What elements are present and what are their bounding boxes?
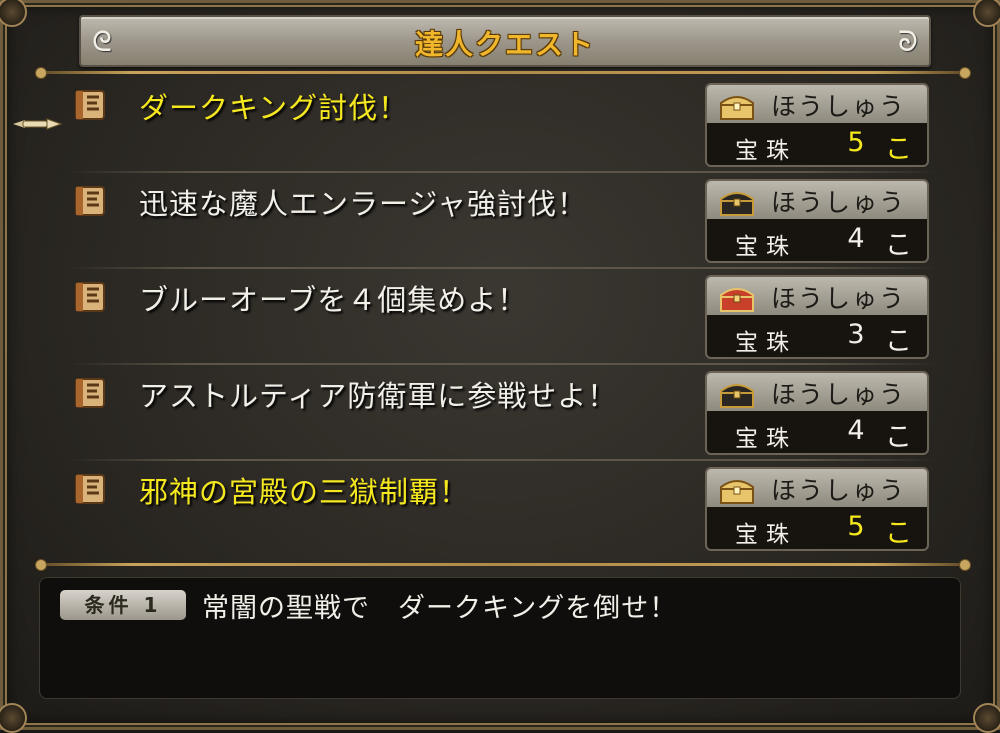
title-bar: ᘓ 達人クエスト ᘐ	[79, 15, 931, 67]
quest-name: アストルティア防衛軍に参戦せよ！	[139, 379, 618, 413]
reward-count: 5	[847, 127, 865, 158]
reward-box: ほうしゅう 宝珠 4 こ	[705, 179, 929, 263]
red-chest-icon	[720, 288, 754, 312]
gold-chest-icon	[720, 96, 754, 120]
quest-window: ᘓ 達人クエスト ᘐ ダークキング討伐！ ほうしゅう 宝珠 5 こ 迅速な魔人エ…	[0, 0, 1000, 733]
reward-item: 宝珠	[735, 426, 797, 452]
quest-name: ダークキング討伐！	[139, 91, 409, 125]
scroll-icon	[75, 474, 105, 504]
corner-ornament	[0, 703, 27, 733]
reward-count: 4	[847, 415, 865, 446]
scroll-icon	[75, 282, 105, 312]
reward-item: 宝珠	[735, 330, 797, 356]
reward-unit: こ	[885, 518, 912, 549]
reward-header: ほうしゅう	[771, 284, 907, 313]
reward-item: 宝珠	[735, 138, 797, 164]
reward-unit: こ	[885, 230, 912, 261]
divider-rule	[35, 559, 971, 571]
reward-count: 5	[847, 511, 865, 542]
reward-unit: こ	[885, 134, 912, 165]
window-title: 達人クエスト	[414, 28, 595, 61]
reward-count: 3	[847, 319, 865, 350]
divider-rule	[35, 67, 971, 79]
reward-item: 宝珠	[735, 234, 797, 260]
reward-box: ほうしゅう 宝珠 4 こ	[705, 371, 929, 455]
quest-name: 邪神の宮殿の三獄制覇！	[139, 475, 470, 509]
quest-list: ダークキング討伐！ ほうしゅう 宝珠 5 こ 迅速な魔人エンラージャ強討伐！ ほ…	[39, 77, 967, 559]
reward-unit: こ	[885, 326, 912, 357]
corner-ornament	[973, 703, 1000, 733]
reward-box: ほうしゅう 宝珠 5 こ	[705, 83, 929, 167]
reward-header: ほうしゅう	[771, 188, 907, 217]
black-chest-icon	[720, 192, 754, 216]
quest-name: 迅速な魔人エンラージャ強討伐！	[139, 187, 587, 221]
reward-box: ほうしゅう 宝珠 5 こ	[705, 467, 929, 551]
quest-row[interactable]: アストルティア防衛軍に参戦せよ！ ほうしゅう 宝珠 4 こ	[39, 365, 967, 461]
condition-panel: 条件 1 常闇の聖戦で ダークキングを倒せ！	[39, 577, 961, 699]
reward-header: ほうしゅう	[771, 380, 907, 409]
condition-badge: 条件 1	[60, 590, 186, 620]
black-chest-icon	[720, 384, 754, 408]
reward-box: ほうしゅう 宝珠 3 こ	[705, 275, 929, 359]
gold-chest-icon	[720, 480, 754, 504]
quest-row[interactable]: ダークキング討伐！ ほうしゅう 宝珠 5 こ	[39, 77, 967, 173]
reward-header: ほうしゅう	[771, 476, 907, 505]
quest-row[interactable]: 邪神の宮殿の三獄制覇！ ほうしゅう 宝珠 5 こ	[39, 461, 967, 557]
condition-text: 常闇の聖戦で ダークキングを倒せ！	[202, 593, 678, 624]
reward-item: 宝珠	[735, 522, 797, 548]
quest-row[interactable]: 迅速な魔人エンラージャ強討伐！ ほうしゅう 宝珠 4 こ	[39, 173, 967, 269]
swirl-ornament-icon: ᘐ	[898, 25, 918, 58]
reward-count: 4	[847, 223, 865, 254]
quest-name: ブルーオーブを４個集めよ！	[139, 283, 528, 317]
scroll-icon	[75, 186, 105, 216]
corner-ornament	[0, 0, 27, 27]
corner-ornament	[973, 0, 1000, 27]
reward-header: ほうしゅう	[771, 92, 907, 121]
scroll-icon	[75, 378, 105, 408]
reward-unit: こ	[885, 422, 912, 453]
quest-row[interactable]: ブルーオーブを４個集めよ！ ほうしゅう 宝珠 3 こ	[39, 269, 967, 365]
scroll-icon	[75, 90, 105, 120]
